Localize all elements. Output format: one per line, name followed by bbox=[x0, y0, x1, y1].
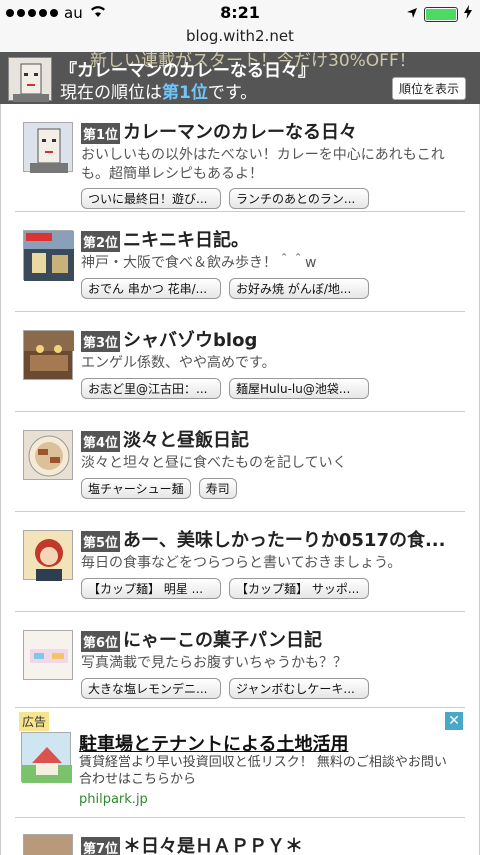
show-rank-button[interactable]: 順位を表示 bbox=[391, 77, 466, 100]
entry-title[interactable]: 第6位 にゃーこの菓子パン日記 bbox=[81, 626, 461, 652]
entry-title-text: カレーマンのカレーなる日々 bbox=[123, 122, 358, 143]
article-tag[interactable]: 【カップ麺】 サッポ... bbox=[229, 578, 369, 599]
entry-description: おいしいもの以外はたべない！カレーを中心にあれもこれも。超簡単レシピもあるよ！ bbox=[81, 147, 445, 182]
entry-thumbnail[interactable] bbox=[23, 230, 74, 281]
entry-description: 写真満載で見たらお腹すいちゃうかも？？ bbox=[81, 655, 347, 671]
ad-description: 賃貸経営より早い投資回収と低リスク！ 無料のご相談やお問い合わせはこちらから bbox=[79, 755, 447, 787]
charging-icon bbox=[464, 5, 472, 23]
article-tag[interactable]: ジャンボむしケーキ... bbox=[229, 678, 369, 699]
article-tag[interactable]: おでん 串かつ 花串/... bbox=[81, 278, 221, 299]
rank-badge: 第1位 bbox=[81, 122, 121, 144]
entry-description: 毎日の食事などをつらつらと書いておきましょう。 bbox=[81, 555, 402, 571]
entry-title-text: あー、美味しかったーりか0517の食... bbox=[123, 530, 446, 551]
article-tag[interactable]: 【カップ麺】 明星 ... bbox=[81, 578, 221, 599]
advertisement[interactable]: 広告 ✕ 駐車場とテナントによる土地活用 賃貸経営より早い投資回収と低リスク！ … bbox=[15, 708, 465, 818]
rank-suffix: です。 bbox=[207, 83, 258, 103]
rank-badge: 第3位 bbox=[81, 330, 121, 352]
ranking-entry[interactable]: 第2位 ニキニキ日記。 神戸・大阪で食べ＆飲み歩き！＾＾w おでん 串かつ 花串/… bbox=[15, 212, 465, 312]
entry-title[interactable]: 第5位 あー、美味しかったーりか0517の食... bbox=[81, 526, 461, 552]
entry-title[interactable]: 第2位 ニキニキ日記。 bbox=[81, 226, 461, 252]
entry-title-text: ニキニキ日記。 bbox=[123, 230, 250, 251]
rank-badge: 第2位 bbox=[81, 230, 121, 252]
battery-icon bbox=[424, 6, 458, 22]
rank-badge: 第6位 bbox=[81, 630, 121, 652]
location-arrow-icon bbox=[406, 5, 418, 23]
entry-description: エンゲル係数、やや高めです。 bbox=[81, 355, 276, 371]
ranking-banner: 新しい連載がスタート！今だけ30%OFF！ 『カレーマンのカレーなる日々』 現在… bbox=[0, 52, 480, 104]
entry-title[interactable]: 第3位 シャバゾウblog bbox=[81, 326, 461, 352]
rank-badge: 第4位 bbox=[81, 430, 121, 452]
ranking-entry[interactable]: 第1位 カレーマンのカレーなる日々 おいしいもの以外はたべない！カレーを中心にあれ… bbox=[15, 104, 465, 212]
article-tag[interactable]: 塩チャーシュー麺 bbox=[81, 478, 191, 499]
address-bar[interactable]: blog.with2.net bbox=[0, 26, 480, 52]
rank-badge: 第5位 bbox=[81, 530, 121, 552]
entry-title[interactable]: 第7位 ＊日々是ＨＡＰＰＹ＊ bbox=[81, 832, 461, 855]
article-tag[interactable]: 大きな塩レモンデニ... bbox=[81, 678, 221, 699]
entry-title[interactable]: 第4位 淡々と昼飯日記 bbox=[81, 426, 461, 452]
article-tag[interactable]: お志ど里@江古田：... bbox=[81, 378, 221, 399]
close-icon[interactable]: ✕ bbox=[445, 712, 463, 730]
ad-label: 広告 bbox=[19, 712, 50, 731]
ranking-entry[interactable]: 第6位 にゃーこの菓子パン日記 写真満載で見たらお腹すいちゃうかも？？ 大きな塩レ… bbox=[15, 612, 465, 708]
ranking-entry[interactable]: 第3位 シャバゾウblog エンゲル係数、やや高めです。 お志ど里@江古田：...… bbox=[15, 312, 465, 412]
rank-prefix: 現在の順位は bbox=[60, 83, 162, 103]
ranking-entry[interactable]: 第4位 淡々と昼飯日記 淡々と坦々と昼に食べたものを記していく 塩チャーシュー麺寿… bbox=[15, 412, 465, 512]
article-tag[interactable]: ついに最終日！遊び... bbox=[81, 188, 221, 209]
entry-thumbnail[interactable] bbox=[23, 834, 73, 855]
ranking-entry[interactable]: 第5位 あー、美味しかったーりか0517の食... 毎日の食事などをつらつらと書い… bbox=[15, 512, 465, 612]
entry-title-text: ＊日々是ＨＡＰＰＹ＊ bbox=[123, 836, 304, 855]
ad-url[interactable]: philpark.jp bbox=[79, 792, 148, 807]
entry-title-text: 淡々と昼飯日記 bbox=[123, 430, 250, 451]
entry-thumbnail[interactable] bbox=[23, 430, 73, 480]
entry-thumbnail[interactable] bbox=[23, 530, 73, 581]
blog-avatar bbox=[8, 57, 52, 102]
entry-thumbnail[interactable] bbox=[23, 122, 73, 173]
article-tag[interactable]: ランチのあとのラン... bbox=[229, 188, 369, 209]
article-tag[interactable]: お好み焼 がんぼ/地... bbox=[229, 278, 369, 299]
entry-title-text: にゃーこの菓子パン日記 bbox=[123, 630, 322, 651]
current-rank: 第1位 bbox=[162, 83, 208, 103]
article-tag[interactable]: 寿司 bbox=[198, 478, 237, 499]
status-bar: au 8:21 bbox=[0, 0, 480, 26]
entry-thumbnail[interactable] bbox=[23, 630, 73, 680]
url-text: blog.with2.net bbox=[186, 27, 294, 45]
ranking-list: 第1位 カレーマンのカレーなる日々 おいしいもの以外はたべない！カレーを中心にあれ… bbox=[0, 104, 480, 855]
entry-description: 神戸・大阪で食べ＆飲み歩き！＾＾w bbox=[81, 255, 317, 271]
banner-rank-text: 現在の順位は第1位です。 bbox=[60, 78, 257, 103]
entry-thumbnail[interactable] bbox=[23, 330, 74, 380]
entry-description: 淡々と坦々と昼に食べたものを記していく bbox=[81, 455, 347, 471]
ranking-entry[interactable]: 第7位 ＊日々是ＨＡＰＰＹ＊ bbox=[15, 818, 465, 855]
ad-title[interactable]: 駐車場とテナントによる土地活用 bbox=[79, 730, 348, 756]
entry-title[interactable]: 第1位 カレーマンのカレーなる日々 bbox=[81, 118, 461, 144]
ad-image[interactable] bbox=[21, 732, 72, 783]
entry-title-text: シャバゾウblog bbox=[123, 330, 258, 351]
rank-badge: 第7位 bbox=[81, 836, 121, 855]
article-tag[interactable]: 麺屋Hulu-lu@池袋... bbox=[229, 378, 369, 399]
